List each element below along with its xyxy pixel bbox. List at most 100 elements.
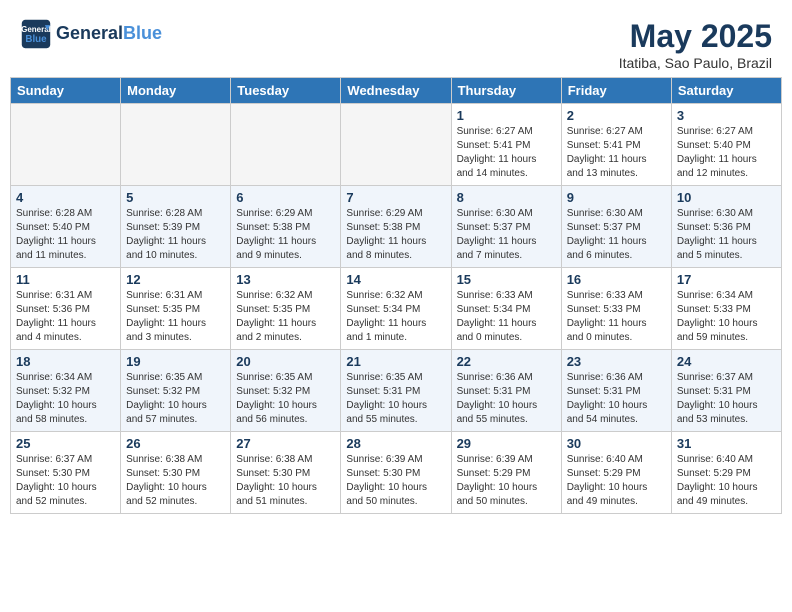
logo: General Blue GeneralBlue [20, 18, 162, 50]
day-info: Sunrise: 6:27 AM Sunset: 5:40 PM Dayligh… [677, 125, 776, 181]
day-info: Sunrise: 6:31 AM Sunset: 5:36 PM Dayligh… [16, 289, 115, 345]
calendar-subtitle: Itatiba, Sao Paulo, Brazil [619, 55, 772, 71]
day-info: Sunrise: 6:31 AM Sunset: 5:35 PM Dayligh… [126, 289, 225, 345]
calendar-day-15: 15 Sunrise: 6:33 AM Sunset: 5:34 PM Dayli… [451, 268, 561, 350]
calendar-day-4: 4 Sunrise: 6:28 AM Sunset: 5:40 PM Daylig… [11, 186, 121, 268]
day-number: 19 [126, 354, 225, 369]
calendar-week-row: 1 Sunrise: 6:27 AM Sunset: 5:41 PM Daylig… [11, 104, 782, 186]
day-info: Sunrise: 6:33 AM Sunset: 5:33 PM Dayligh… [567, 289, 666, 345]
day-info: Sunrise: 6:29 AM Sunset: 5:38 PM Dayligh… [236, 207, 335, 263]
calendar-day-8: 8 Sunrise: 6:30 AM Sunset: 5:37 PM Daylig… [451, 186, 561, 268]
calendar-day-14: 14Sunrise: 6:32 AM Sunset: 5:34 PM Dayli… [341, 268, 451, 350]
day-info: Sunrise: 6:39 AM Sunset: 5:29 PM Dayligh… [457, 453, 556, 509]
calendar-title: May 2025 [619, 18, 772, 55]
day-info: Sunrise: 6:32 AM Sunset: 5:34 PM Dayligh… [346, 289, 445, 345]
calendar-day-12: 12Sunrise: 6:31 AM Sunset: 5:35 PM Dayli… [121, 268, 231, 350]
day-number: 5 [126, 190, 225, 205]
empty-cell [11, 104, 121, 186]
day-number: 28 [346, 436, 445, 451]
day-number: 8 [457, 190, 556, 205]
day-info: Sunrise: 6:27 AM Sunset: 5:41 PM Dayligh… [567, 125, 666, 181]
day-info: Sunrise: 6:32 AM Sunset: 5:35 PM Dayligh… [236, 289, 335, 345]
calendar-day-23: 23 Sunrise: 6:36 AM Sunset: 5:31 PM Dayli… [561, 350, 671, 432]
day-info: Sunrise: 6:36 AM Sunset: 5:31 PM Dayligh… [567, 371, 666, 427]
day-number: 25 [16, 436, 115, 451]
logo-icon: General Blue [20, 18, 52, 50]
calendar-day-16: 16 Sunrise: 6:33 AM Sunset: 5:33 PM Dayli… [561, 268, 671, 350]
day-number: 26 [126, 436, 225, 451]
day-number: 21 [346, 354, 445, 369]
calendar-day-5: 5Sunrise: 6:28 AM Sunset: 5:39 PM Daylig… [121, 186, 231, 268]
day-info: Sunrise: 6:38 AM Sunset: 5:30 PM Dayligh… [126, 453, 225, 509]
day-number: 7 [346, 190, 445, 205]
svg-text:Blue: Blue [25, 34, 47, 45]
calendar-week-row: 11 Sunrise: 6:31 AM Sunset: 5:36 PM Dayli… [11, 268, 782, 350]
day-header-thursday: Thursday [451, 78, 561, 104]
calendar-day-9: 9Sunrise: 6:30 AM Sunset: 5:37 PM Daylig… [561, 186, 671, 268]
calendar-day-22: 22Sunrise: 6:36 AM Sunset: 5:31 PM Dayli… [451, 350, 561, 432]
day-number: 1 [457, 108, 556, 123]
calendar-table: SundayMondayTuesdayWednesdayThursdayFrid… [10, 77, 782, 514]
day-info: Sunrise: 6:38 AM Sunset: 5:30 PM Dayligh… [236, 453, 335, 509]
empty-cell [341, 104, 451, 186]
calendar-header-row: SundayMondayTuesdayWednesdayThursdayFrid… [11, 78, 782, 104]
day-number: 10 [677, 190, 776, 205]
day-info: Sunrise: 6:30 AM Sunset: 5:37 PM Dayligh… [457, 207, 556, 263]
day-number: 13 [236, 272, 335, 287]
day-header-sunday: Sunday [11, 78, 121, 104]
day-number: 17 [677, 272, 776, 287]
calendar-day-24: 24Sunrise: 6:37 AM Sunset: 5:31 PM Dayli… [671, 350, 781, 432]
empty-cell [231, 104, 341, 186]
day-header-wednesday: Wednesday [341, 78, 451, 104]
day-info: Sunrise: 6:35 AM Sunset: 5:32 PM Dayligh… [126, 371, 225, 427]
day-info: Sunrise: 6:37 AM Sunset: 5:31 PM Dayligh… [677, 371, 776, 427]
calendar-day-29: 29 Sunrise: 6:39 AM Sunset: 5:29 PM Dayli… [451, 432, 561, 514]
day-number: 3 [677, 108, 776, 123]
calendar-day-20: 20Sunrise: 6:35 AM Sunset: 5:32 PM Dayli… [231, 350, 341, 432]
day-number: 20 [236, 354, 335, 369]
day-info: Sunrise: 6:27 AM Sunset: 5:41 PM Dayligh… [457, 125, 556, 181]
day-header-saturday: Saturday [671, 78, 781, 104]
calendar-day-7: 7 Sunrise: 6:29 AM Sunset: 5:38 PM Daylig… [341, 186, 451, 268]
title-section: May 2025 Itatiba, Sao Paulo, Brazil [619, 18, 772, 71]
calendar-day-2: 2Sunrise: 6:27 AM Sunset: 5:41 PM Daylig… [561, 104, 671, 186]
day-number: 9 [567, 190, 666, 205]
day-info: Sunrise: 6:29 AM Sunset: 5:38 PM Dayligh… [346, 207, 445, 263]
calendar-week-row: 18Sunrise: 6:34 AM Sunset: 5:32 PM Dayli… [11, 350, 782, 432]
day-number: 31 [677, 436, 776, 451]
calendar-day-11: 11 Sunrise: 6:31 AM Sunset: 5:36 PM Dayli… [11, 268, 121, 350]
day-number: 27 [236, 436, 335, 451]
calendar-day-25: 25 Sunrise: 6:37 AM Sunset: 5:30 PM Dayli… [11, 432, 121, 514]
calendar-day-6: 6 Sunrise: 6:29 AM Sunset: 5:38 PM Daylig… [231, 186, 341, 268]
day-header-tuesday: Tuesday [231, 78, 341, 104]
day-info: Sunrise: 6:33 AM Sunset: 5:34 PM Dayligh… [457, 289, 556, 345]
calendar-day-21: 21 Sunrise: 6:35 AM Sunset: 5:31 PM Dayli… [341, 350, 451, 432]
page-header: General Blue GeneralBlue May 2025 Itatib… [10, 10, 782, 77]
calendar-day-31: 31Sunrise: 6:40 AM Sunset: 5:29 PM Dayli… [671, 432, 781, 514]
day-header-monday: Monday [121, 78, 231, 104]
day-info: Sunrise: 6:37 AM Sunset: 5:30 PM Dayligh… [16, 453, 115, 509]
day-info: Sunrise: 6:35 AM Sunset: 5:31 PM Dayligh… [346, 371, 445, 427]
day-info: Sunrise: 6:39 AM Sunset: 5:30 PM Dayligh… [346, 453, 445, 509]
calendar-day-17: 17Sunrise: 6:34 AM Sunset: 5:33 PM Dayli… [671, 268, 781, 350]
day-number: 23 [567, 354, 666, 369]
calendar-day-30: 30Sunrise: 6:40 AM Sunset: 5:29 PM Dayli… [561, 432, 671, 514]
day-number: 30 [567, 436, 666, 451]
logo-text: GeneralBlue [56, 24, 162, 44]
day-header-friday: Friday [561, 78, 671, 104]
calendar-day-19: 19 Sunrise: 6:35 AM Sunset: 5:32 PM Dayli… [121, 350, 231, 432]
day-number: 18 [16, 354, 115, 369]
calendar-day-10: 10Sunrise: 6:30 AM Sunset: 5:36 PM Dayli… [671, 186, 781, 268]
calendar-day-18: 18Sunrise: 6:34 AM Sunset: 5:32 PM Dayli… [11, 350, 121, 432]
day-number: 22 [457, 354, 556, 369]
day-number: 16 [567, 272, 666, 287]
calendar-week-row: 4 Sunrise: 6:28 AM Sunset: 5:40 PM Daylig… [11, 186, 782, 268]
day-number: 15 [457, 272, 556, 287]
day-number: 4 [16, 190, 115, 205]
day-info: Sunrise: 6:28 AM Sunset: 5:40 PM Dayligh… [16, 207, 115, 263]
calendar-day-26: 26 Sunrise: 6:38 AM Sunset: 5:30 PM Dayli… [121, 432, 231, 514]
day-number: 11 [16, 272, 115, 287]
day-number: 29 [457, 436, 556, 451]
calendar-day-13: 13 Sunrise: 6:32 AM Sunset: 5:35 PM Dayli… [231, 268, 341, 350]
day-number: 6 [236, 190, 335, 205]
